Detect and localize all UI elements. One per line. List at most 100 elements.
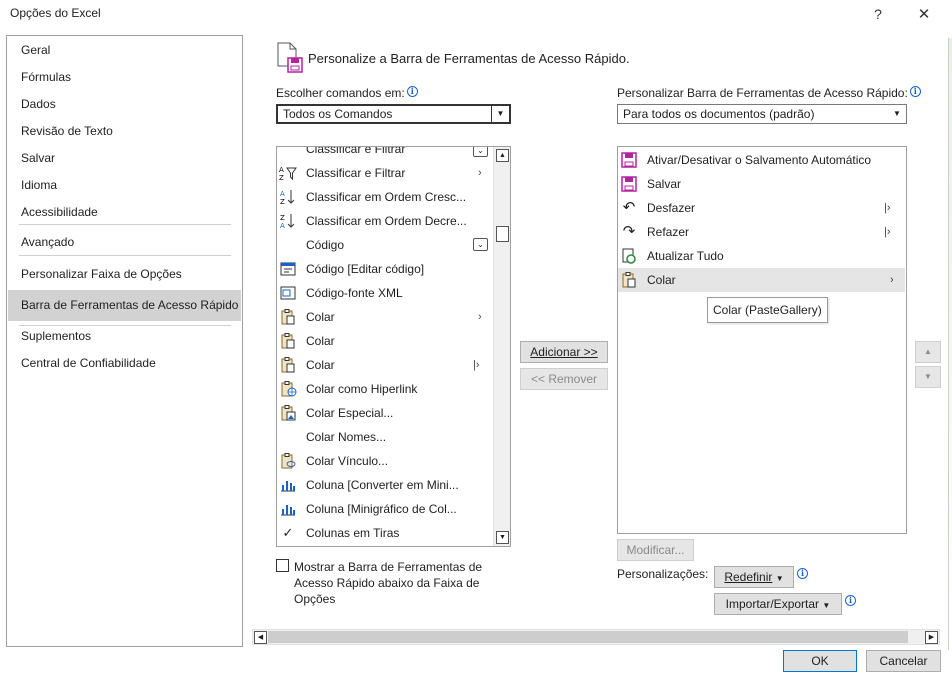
paste-icon <box>279 357 297 373</box>
list-item[interactable]: AZ Classificar em Ordem Cresc... <box>277 185 494 209</box>
xml-source-icon <box>279 285 297 301</box>
scroll-up-arrow-icon[interactable]: ▲ <box>496 149 509 162</box>
reset-button[interactable]: Redefinir ▼ <box>714 566 794 588</box>
list-item[interactable]: Colar Especial... <box>277 401 494 425</box>
commands-list[interactable]: Classificar e Filtrar ⌄ AZ Classificar e… <box>276 146 511 547</box>
customizations-label: Personalizações: <box>617 567 709 581</box>
list-item-selected[interactable]: Colar › <box>618 268 905 292</box>
info-icon[interactable]: i <box>845 595 856 606</box>
ok-button[interactable]: OK <box>783 650 857 672</box>
choose-commands-select[interactable]: Todos os Comandos ▼ <box>276 104 511 124</box>
list-item[interactable]: Coluna [Minigráfico de Col... <box>277 497 494 521</box>
move-down-button[interactable]: ▼ <box>915 366 941 388</box>
paste-special-icon <box>279 405 297 421</box>
nav-item-salvar[interactable]: Salvar <box>8 145 241 172</box>
commands-scrollbar[interactable]: ▲ ▼ <box>493 147 510 546</box>
tooltip: Colar (PasteGallery) <box>707 297 828 323</box>
check-icon: ✓ <box>282 525 294 540</box>
list-item[interactable]: Atualizar Tudo <box>618 244 905 268</box>
nav-item-avancado[interactable]: Avançado <box>8 229 241 256</box>
move-up-button[interactable]: ▲ <box>915 341 941 363</box>
list-item[interactable]: Colar Nomes... <box>277 425 494 449</box>
nav-item-idioma[interactable]: Idioma <box>8 172 241 199</box>
list-item[interactable]: Colar como Hiperlink <box>277 377 494 401</box>
import-export-button[interactable]: Importar/Exportar ▼ <box>714 593 842 615</box>
nav-item-central-confiabilidade[interactable]: Central de Confiabilidade <box>8 350 241 377</box>
list-item[interactable]: ✓ Colunas em Tiras <box>277 521 494 545</box>
nav-divider <box>19 255 231 256</box>
list-item[interactable]: Ativar/Desativar o Salvamento Automático <box>618 148 905 172</box>
nav-item-geral[interactable]: Geral <box>8 37 241 64</box>
nav-item-dados[interactable]: Dados <box>8 91 241 118</box>
show-below-ribbon-checkbox[interactable] <box>276 559 289 572</box>
list-item[interactable]: Colar <box>277 329 494 353</box>
list-item[interactable]: Colar › <box>277 305 494 329</box>
list-item[interactable]: Código [Editar código] <box>277 257 494 281</box>
choose-commands-value: Todos os Comandos <box>283 107 393 121</box>
nav-item-suplementos[interactable]: Suplementos <box>8 323 241 350</box>
nav-item-barra-acesso-rapido[interactable]: Barra de Ferramentas de Acesso Rápido <box>8 290 241 321</box>
paste-hyperlink-icon <box>279 381 297 397</box>
scroll-thumb[interactable] <box>496 226 509 242</box>
chevron-down-icon[interactable]: ⌄ <box>473 238 488 251</box>
qat-list[interactable]: Ativar/Desativar o Salvamento Automático… <box>617 146 907 534</box>
split-chevron-right-icon[interactable]: |› <box>473 353 480 377</box>
scroll-thumb[interactable] <box>268 631 908 643</box>
cancel-button[interactable]: Cancelar <box>866 650 941 672</box>
list-item[interactable]: Código-fonte XML <box>277 281 494 305</box>
customize-qat-select[interactable]: Para todos os documentos (padrão) ▼ <box>617 104 907 124</box>
nav-divider <box>19 224 231 225</box>
options-nav: Geral Fórmulas Dados Revisão de Texto Sa… <box>6 35 243 647</box>
list-item[interactable]: Coluna [Converter em Mini... <box>277 473 494 497</box>
choose-commands-label: Escolher comandos em: i <box>276 86 418 100</box>
info-icon[interactable]: i <box>797 568 808 579</box>
list-item[interactable]: Código ⌄ <box>277 233 494 257</box>
customize-qat-label: Personalizar Barra de Ferramentas de Ace… <box>617 86 921 100</box>
list-item[interactable]: ↷ Refazer |› <box>618 220 905 244</box>
list-item[interactable]: ↶ Desfazer |› <box>618 196 905 220</box>
paste-icon <box>279 333 297 349</box>
svg-text:Z: Z <box>280 198 285 205</box>
modify-button[interactable]: Modificar... <box>617 539 694 561</box>
window-title: Opções do Excel <box>10 6 101 20</box>
chevron-right-icon: › <box>890 274 894 286</box>
list-item[interactable]: Classificar e Filtrar ⌄ <box>277 147 494 161</box>
list-item[interactable]: Colar |› <box>277 353 494 377</box>
svg-text:A: A <box>280 222 285 229</box>
column-chart-icon <box>279 501 297 517</box>
column-chart-icon <box>279 477 297 493</box>
nav-item-personalizar-faixa[interactable]: Personalizar Faixa de Opções <box>8 261 241 288</box>
nav-item-acessibilidade[interactable]: Acessibilidade <box>8 199 241 226</box>
scroll-left-arrow-icon[interactable]: ◀ <box>254 631 267 644</box>
list-item[interactable]: ZA Classificar em Ordem Decre... <box>277 209 494 233</box>
svg-text:Z: Z <box>280 214 285 222</box>
undo-icon: ↶ <box>622 199 636 216</box>
scroll-down-arrow-icon[interactable]: ▼ <box>496 531 509 544</box>
svg-text:A: A <box>279 166 284 174</box>
nav-item-formulas[interactable]: Fórmulas <box>8 64 241 91</box>
refresh-all-icon <box>620 248 638 264</box>
chevron-right-icon: › <box>478 167 482 179</box>
sort-az-icon: AZ <box>279 189 297 206</box>
add-button[interactable]: Adicionar >> <box>520 341 608 363</box>
horizontal-scrollbar[interactable]: ◀ ▶ <box>252 629 940 645</box>
svg-text:Z: Z <box>279 174 284 181</box>
info-icon[interactable]: i <box>406 86 418 97</box>
close-button[interactable]: ✕ <box>908 2 940 26</box>
list-item[interactable]: Salvar <box>618 172 905 196</box>
chevron-right-icon: › <box>478 311 482 323</box>
info-icon[interactable]: i <box>909 86 921 97</box>
split-chevron-right-icon[interactable]: |› <box>884 220 891 244</box>
show-below-ribbon-label: Mostrar a Barra de Ferramentas de Acesso… <box>294 560 483 606</box>
nav-item-revisao[interactable]: Revisão de Texto <box>8 118 241 145</box>
split-chevron-right-icon[interactable]: |› <box>884 196 891 220</box>
remove-button[interactable]: << Remover <box>520 368 608 390</box>
help-button[interactable]: ? <box>862 2 894 26</box>
paste-link-icon <box>279 453 297 469</box>
quick-access-toolbar-icon <box>276 42 304 74</box>
scroll-right-arrow-icon[interactable]: ▶ <box>925 631 938 644</box>
list-item[interactable]: AZ Classificar e Filtrar › <box>277 161 494 185</box>
paste-icon <box>620 272 638 288</box>
chevron-down-icon[interactable]: ⌄ <box>473 147 488 157</box>
list-item[interactable]: Colar Vínculo... <box>277 449 494 473</box>
